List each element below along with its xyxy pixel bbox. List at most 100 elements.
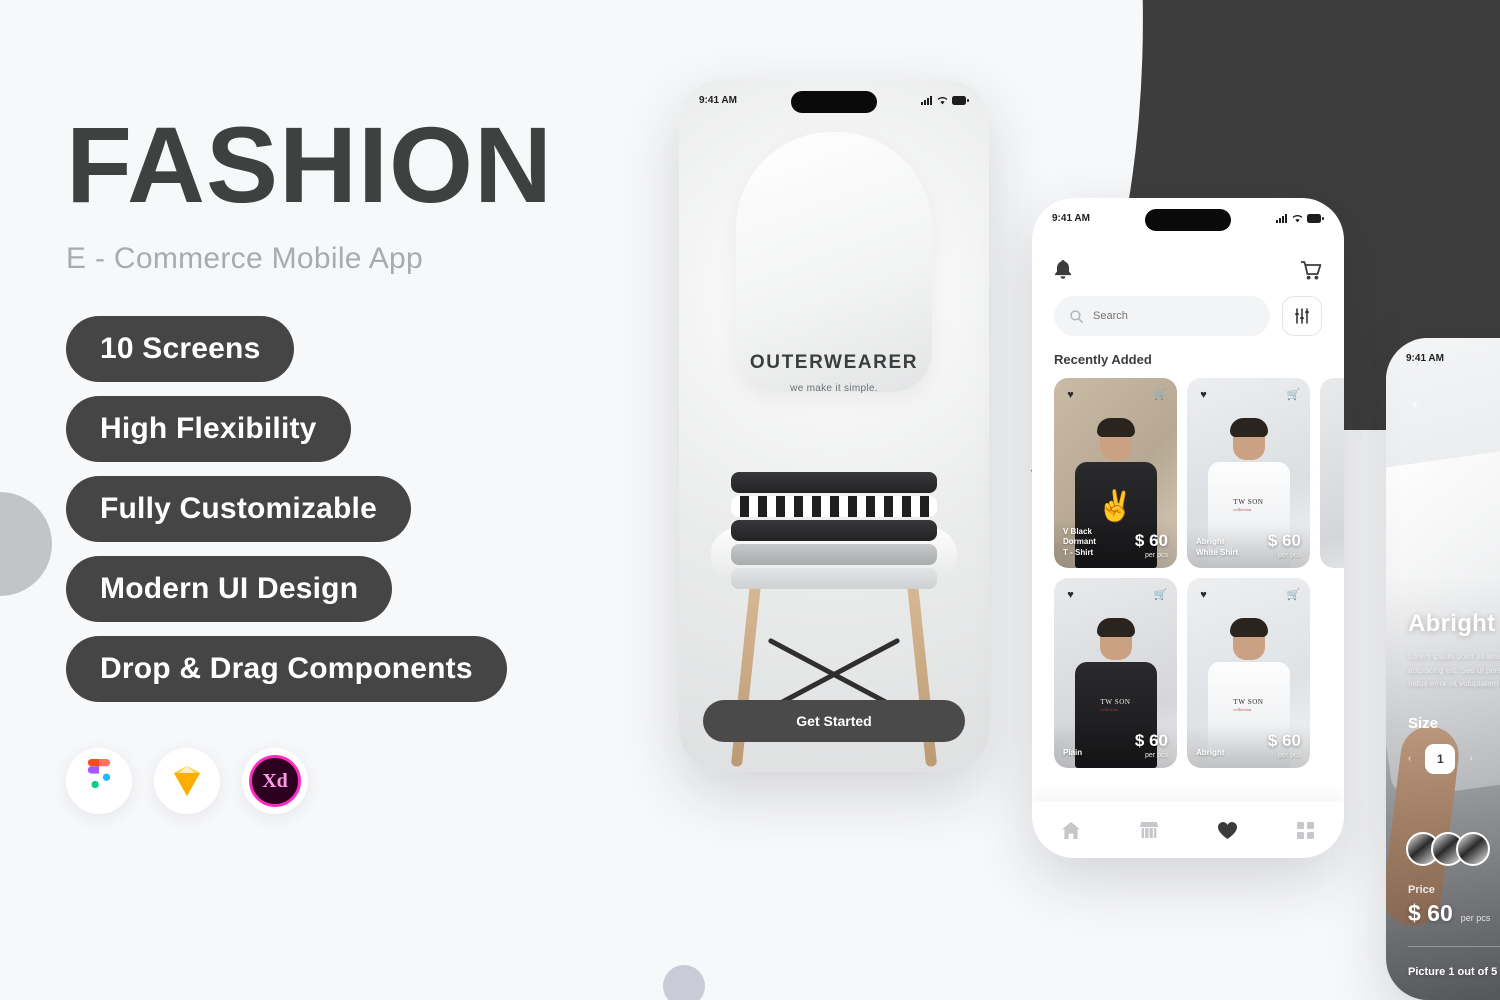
add-to-cart-icon[interactable]: 🛒 xyxy=(1152,386,1169,403)
detail-info-block: Abright Lorem ipsum dolor sit amet, cons… xyxy=(1408,610,1500,774)
figma-tool-badge xyxy=(66,748,132,815)
detail-price-block: Price $ 60 per pcs xyxy=(1408,884,1490,925)
thumbnail-strip xyxy=(1406,832,1490,866)
search-input[interactable] xyxy=(1093,310,1254,322)
product-price-unit: per pcs xyxy=(1278,752,1301,759)
phone-mockup-onboarding: 9:41 AM OUTERWEARER we make it simple. G… xyxy=(679,80,989,772)
product-photo xyxy=(1320,378,1344,568)
onboarding-brand-name: OUTERWEARER xyxy=(749,352,919,373)
add-to-cart-icon[interactable]: 🛒 xyxy=(1285,586,1302,603)
add-to-cart-icon[interactable]: 🛒 xyxy=(1152,586,1169,603)
model-head xyxy=(1229,618,1268,660)
cellular-signal-icon xyxy=(921,95,933,105)
thumbnail-item[interactable] xyxy=(1456,832,1490,866)
shirt-print: TW SON collection xyxy=(1100,698,1131,712)
favorite-heart-icon[interactable]: ♥ xyxy=(1195,586,1212,603)
model-head xyxy=(1096,418,1135,460)
product-price-unit: per pcs xyxy=(1278,552,1301,559)
product-card-footer: Abright White Shirt $ 60 per pcs xyxy=(1187,524,1310,568)
back-button[interactable]: ‹ xyxy=(1412,394,1418,414)
product-price-unit: per pcs xyxy=(1145,552,1168,559)
size-section-label: Size xyxy=(1408,714,1439,732)
product-card-footer: V Black Dormant T - Shirt $ 60 per pcs xyxy=(1054,518,1177,568)
status-bar-indicators xyxy=(1276,213,1324,223)
battery-icon xyxy=(1307,213,1324,223)
nav-grid-icon[interactable] xyxy=(1297,821,1314,839)
folded-clothes-stack xyxy=(731,472,937,592)
product-card[interactable]: TW SON collection ♥ 🛒 Abright $ 60 per pc… xyxy=(1187,578,1310,768)
product-detail-description: Lorem ipsum dolor sit amet, consectetur … xyxy=(1408,652,1500,689)
product-price: $ 60 xyxy=(1134,531,1168,550)
product-price: $ 60 xyxy=(1267,731,1301,750)
dynamic-island xyxy=(1145,209,1231,231)
cellular-signal-icon xyxy=(1276,213,1288,223)
product-price-block: $ 60 per pcs xyxy=(1135,532,1168,559)
product-card-footer: Abright $ 60 per pcs xyxy=(1187,724,1310,768)
shopping-cart-icon[interactable] xyxy=(1301,260,1322,280)
product-card[interactable]: TW SON collection ♥ 🛒 Plain $ 60 per pcs xyxy=(1054,578,1177,768)
status-bar-indicators xyxy=(921,95,969,105)
product-card-partial[interactable] xyxy=(1320,378,1344,568)
product-card[interactable]: ✌ ♥ 🛒 V Black Dormant T - Shirt $ 60 per… xyxy=(1054,378,1177,568)
size-value-chip[interactable]: 1 xyxy=(1425,743,1456,774)
product-name: Abright xyxy=(1196,748,1225,758)
model-hair xyxy=(1229,618,1268,637)
folded-cloth-dark-2 xyxy=(731,520,937,541)
folded-cloth-grey xyxy=(731,544,937,565)
product-card-footer: Plain $ 60 per pcs xyxy=(1054,724,1177,768)
price-unit: per pcs xyxy=(1460,913,1491,923)
home-header-bar xyxy=(1054,252,1322,296)
decorative-circle-left xyxy=(0,492,52,596)
product-grid-row-1: ✌ ♥ 🛒 V Black Dormant T - Shirt $ 60 per… xyxy=(1054,378,1344,568)
nav-home-icon[interactable] xyxy=(1062,821,1080,839)
model-hair xyxy=(1229,418,1268,437)
model-hair xyxy=(1096,618,1135,637)
dynamic-island xyxy=(791,91,877,113)
wifi-icon xyxy=(1292,214,1303,223)
feature-pill-screens: 10 Screens xyxy=(66,316,295,383)
detail-divider xyxy=(1408,946,1500,947)
filter-button[interactable] xyxy=(1282,296,1322,336)
sketch-tool-badge xyxy=(154,748,220,815)
size-next-button[interactable]: › xyxy=(1469,753,1472,764)
phone-mockup-home: 9:41 AM Search Recently Added ✌ ♥ 🛒 V Bl… xyxy=(1032,198,1344,858)
product-price-block: $ 60 per pcs xyxy=(1135,732,1168,759)
product-name: Plain xyxy=(1063,748,1083,758)
nav-store-icon[interactable] xyxy=(1140,821,1158,839)
model-head xyxy=(1096,618,1135,660)
add-to-cart-icon[interactable]: 🛒 xyxy=(1285,386,1302,403)
product-name: Abright White Shirt xyxy=(1196,537,1239,558)
product-card[interactable]: TW SON collection ♥ 🛒 Abright White Shirt… xyxy=(1187,378,1310,568)
favorite-heart-icon[interactable]: ♥ xyxy=(1062,586,1079,603)
favorite-heart-icon[interactable]: ♥ xyxy=(1062,386,1079,403)
product-grid-row-2: TW SONcollection ♥ 🛒 Plain $ 60 per pcs xyxy=(1054,578,1322,768)
status-bar-home: 9:41 AM xyxy=(1032,198,1344,238)
tool-badge-list: Xd xyxy=(66,748,666,815)
status-bar-time: 9:41 AM xyxy=(1052,212,1090,224)
product-price: $ 60 xyxy=(1267,531,1301,550)
adobe-xd-icon: Xd xyxy=(249,755,301,808)
status-bar-detail: 9:41 AM xyxy=(1386,338,1500,378)
bell-icon[interactable] xyxy=(1054,260,1072,280)
promo-content-column: FASHION E - Commerce Mobile App 10 Scree… xyxy=(66,109,666,815)
status-bar-time: 9:41 AM xyxy=(699,94,737,106)
shirt-print: TW SON collection xyxy=(1233,498,1264,512)
feature-pill-flexibility: High Flexibility xyxy=(66,396,351,463)
size-prev-button[interactable]: ‹ xyxy=(1408,753,1411,764)
search-field-wrapper[interactable] xyxy=(1054,296,1270,336)
folded-cloth-light xyxy=(731,568,937,589)
folded-cloth-striped xyxy=(731,496,937,517)
size-selector: ‹ 1 › xyxy=(1408,743,1500,774)
feature-pill-list: 10 Screens High Flexibility Fully Custom… xyxy=(66,316,666,703)
phone-mockup-product-detail: 9:41 AM ‹ Abright Lorem ipsum dolor sit … xyxy=(1386,338,1500,1000)
wifi-icon xyxy=(937,96,948,105)
price-row: $ 60 per pcs xyxy=(1408,902,1490,925)
shirt-print: TW SON collection xyxy=(1233,698,1264,712)
adobe-xd-tool-badge: Xd xyxy=(242,748,308,815)
sketch-icon xyxy=(168,764,206,798)
onboarding-hero-photo xyxy=(679,80,989,772)
get-started-button[interactable]: Get Started xyxy=(703,700,965,742)
favorite-heart-icon[interactable]: ♥ xyxy=(1195,386,1212,403)
nav-favorites-icon[interactable] xyxy=(1218,821,1237,839)
price-label: Price xyxy=(1408,884,1435,896)
